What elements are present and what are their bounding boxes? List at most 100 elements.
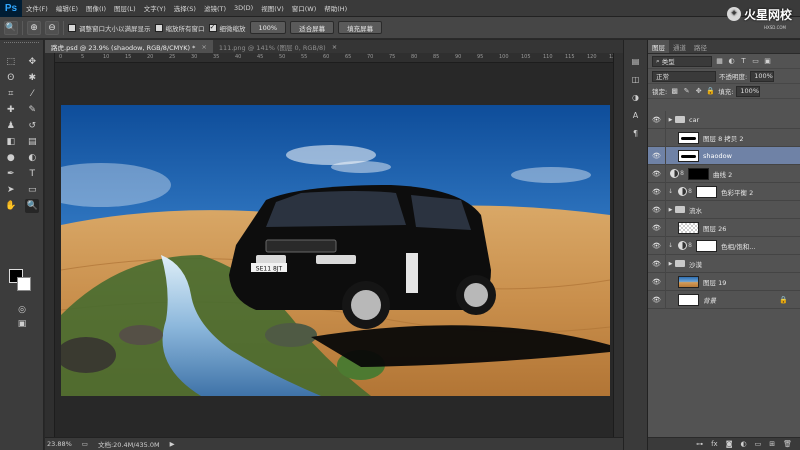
pixel-filter-icon[interactable]: ▦ bbox=[715, 57, 724, 66]
zoom-out-icon[interactable]: ⊖ bbox=[45, 20, 59, 35]
layer-row-selected[interactable]: 👁 shaodow bbox=[648, 146, 800, 165]
layer-row[interactable]: 👁 ▶ 沙漠 bbox=[648, 254, 800, 273]
eye-icon[interactable]: 👁 bbox=[648, 110, 666, 129]
zoom-tool-preset-icon[interactable]: 🔍 bbox=[4, 20, 18, 35]
link-layers-icon[interactable]: ⊶ bbox=[696, 440, 703, 448]
shape-filter-icon[interactable]: ▭ bbox=[751, 57, 760, 66]
lock-transparent-icon[interactable]: ▩ bbox=[670, 87, 679, 96]
layer-row[interactable]: 👁 ↓ 8 色彩平衡 2 bbox=[648, 182, 800, 201]
eye-hidden-icon[interactable]: 👁 bbox=[648, 128, 666, 147]
type-filter-icon[interactable]: T bbox=[739, 57, 748, 66]
menu-window[interactable]: 窗口(W) bbox=[288, 3, 321, 13]
history-panel-icon[interactable]: ▤ bbox=[629, 54, 643, 68]
eye-icon[interactable]: 👁 bbox=[648, 146, 666, 165]
vertical-ruler[interactable] bbox=[45, 53, 55, 437]
lock-position-icon[interactable]: ✥ bbox=[694, 87, 703, 96]
menu-file[interactable]: 文件(F) bbox=[22, 3, 52, 13]
paragraph-panel-icon[interactable]: ¶ bbox=[629, 126, 643, 140]
menu-3d[interactable]: 3D(D) bbox=[230, 4, 257, 12]
layer-row[interactable]: 👁 8 曲线 2 bbox=[648, 164, 800, 183]
brush-tool-icon[interactable]: ✎ bbox=[25, 103, 39, 117]
layer-row[interactable]: 👁 图层 26 bbox=[648, 218, 800, 237]
crop-tool-icon[interactable]: ⌗ bbox=[4, 87, 18, 101]
link-icon[interactable]: 8 bbox=[679, 170, 685, 177]
lock-all-icon[interactable]: 🔒 bbox=[706, 87, 715, 96]
eye-icon[interactable]: 👁 bbox=[648, 200, 666, 219]
eye-icon[interactable]: 👁 bbox=[648, 218, 666, 237]
eye-icon[interactable]: 👁 bbox=[648, 182, 666, 201]
layer-row[interactable]: 👁 图层 19 bbox=[648, 272, 800, 291]
menu-view[interactable]: 视图(V) bbox=[257, 3, 288, 13]
dodge-tool-icon[interactable]: ◐ bbox=[25, 151, 39, 165]
menu-image[interactable]: 图像(I) bbox=[82, 3, 110, 13]
blend-mode-select[interactable]: 正常 bbox=[652, 70, 716, 82]
checkbox-checked[interactable]: ✓ bbox=[208, 23, 217, 32]
history-brush-tool-icon[interactable]: ↺ bbox=[25, 119, 39, 133]
zoom-level[interactable]: 23.88% bbox=[47, 440, 72, 448]
smart-object-filter-icon[interactable]: ▣ bbox=[763, 57, 772, 66]
clone-stamp-tool-icon[interactable]: ♟ bbox=[4, 119, 18, 133]
marquee-tool-icon[interactable]: ⬚ bbox=[4, 55, 18, 69]
fit-screen-button[interactable]: 适合屏幕 bbox=[290, 21, 335, 34]
tab-paths[interactable]: 路径 bbox=[690, 40, 711, 53]
tab-layers[interactable]: 图层 bbox=[648, 40, 669, 53]
lasso-tool-icon[interactable]: ʘ bbox=[4, 71, 18, 85]
close-icon[interactable]: × bbox=[201, 43, 206, 51]
document-canvas[interactable]: SE11 8JT bbox=[61, 105, 610, 396]
eye-icon[interactable]: 👁 bbox=[648, 272, 666, 291]
zoom-in-icon[interactable]: ⊕ bbox=[27, 20, 41, 35]
adjustment-layer-icon[interactable]: ◐ bbox=[741, 440, 747, 448]
character-panel-icon[interactable]: A bbox=[629, 108, 643, 122]
checkbox-unchecked[interactable] bbox=[154, 23, 163, 32]
layer-row[interactable]: 👁 ▶ car bbox=[648, 110, 800, 129]
tab-document-active[interactable]: 路虎.psd @ 23.9% (shaodow, RGB/8/CMYK) * × bbox=[45, 40, 213, 53]
layer-row[interactable]: 👁 图层 8 拷贝 2 bbox=[648, 128, 800, 147]
screen-mode-icon[interactable]: ▣ bbox=[15, 317, 29, 331]
chevron-right-icon[interactable]: ▶ bbox=[666, 117, 675, 123]
zoom-100-button[interactable]: 100% bbox=[249, 21, 287, 34]
type-tool-icon[interactable]: T bbox=[25, 167, 39, 181]
path-selection-tool-icon[interactable]: ➤ bbox=[4, 183, 18, 197]
tab-channels[interactable]: 通道 bbox=[669, 40, 690, 53]
blur-tool-icon[interactable]: ● bbox=[4, 151, 18, 165]
toolbox-grip[interactable] bbox=[4, 42, 39, 48]
delete-layer-icon[interactable]: 🗑 bbox=[783, 440, 792, 448]
eye-icon[interactable]: 👁 bbox=[648, 236, 666, 255]
status-menu-arrow-icon[interactable]: ▶ bbox=[170, 440, 175, 448]
healing-brush-tool-icon[interactable]: ✚ bbox=[4, 103, 18, 117]
eye-icon[interactable]: 👁 bbox=[648, 254, 666, 273]
fill-screen-button[interactable]: 填充屏幕 bbox=[338, 21, 383, 34]
menu-type[interactable]: 文字(Y) bbox=[140, 3, 170, 13]
gradient-tool-icon[interactable]: ▤ bbox=[25, 135, 39, 149]
adjustments-panel-icon[interactable]: ◑ bbox=[629, 90, 643, 104]
lock-image-icon[interactable]: ✎ bbox=[682, 87, 691, 96]
chevron-right-icon[interactable]: ▶ bbox=[666, 261, 675, 267]
properties-panel-icon[interactable]: ◫ bbox=[629, 72, 643, 86]
link-icon[interactable]: 8 bbox=[687, 188, 693, 195]
zoom-tool-icon[interactable]: 🔍 bbox=[25, 199, 40, 213]
new-layer-icon[interactable]: ⊞ bbox=[769, 440, 775, 448]
rectangle-tool-icon[interactable]: ▭ bbox=[25, 183, 39, 197]
link-icon[interactable]: 8 bbox=[687, 242, 693, 249]
hand-tool-icon[interactable]: ✋ bbox=[4, 199, 18, 213]
lock-icon[interactable]: 🔒 bbox=[779, 296, 788, 304]
close-icon[interactable]: × bbox=[332, 43, 337, 51]
layer-row[interactable]: 👁 背景 🔒 bbox=[648, 290, 800, 309]
add-mask-icon[interactable]: ◙ bbox=[726, 440, 733, 448]
menu-filter[interactable]: 滤镜(T) bbox=[200, 3, 230, 13]
menu-layer[interactable]: 图层(L) bbox=[110, 3, 140, 13]
opacity-input[interactable]: 100% bbox=[750, 70, 775, 82]
horizontal-ruler[interactable]: 0 5 10 15 20 25 30 35 40 45 50 55 60 65 … bbox=[55, 53, 623, 63]
background-color-swatch[interactable] bbox=[17, 277, 31, 291]
layer-style-icon[interactable]: fx bbox=[711, 440, 718, 448]
photoshop-logo[interactable]: Ps bbox=[0, 0, 22, 17]
new-group-icon[interactable]: ▭ bbox=[755, 440, 762, 448]
menu-edit[interactable]: 编辑(E) bbox=[52, 3, 82, 13]
eraser-tool-icon[interactable]: ◧ bbox=[4, 135, 18, 149]
zoom-all-checkbox[interactable]: 缩放所有窗口 bbox=[154, 23, 205, 33]
chevron-right-icon[interactable]: ▶ bbox=[666, 207, 675, 213]
move-tool-icon[interactable]: ✥ bbox=[25, 55, 39, 69]
fill-input[interactable]: 100% bbox=[736, 85, 761, 97]
checkbox-unchecked[interactable] bbox=[68, 23, 76, 32]
layer-kind-filter[interactable]: ⌕ 类型 bbox=[652, 55, 712, 67]
